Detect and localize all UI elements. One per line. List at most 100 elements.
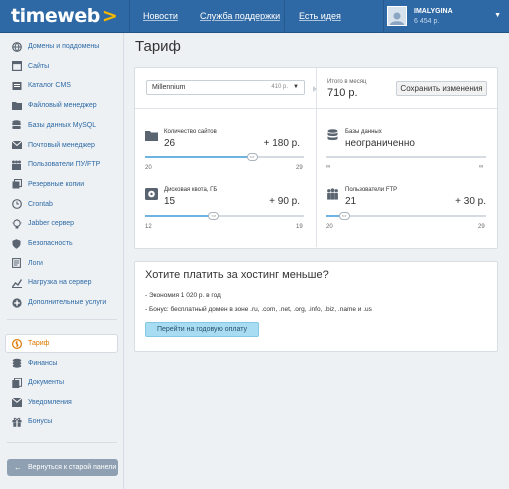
sidebar-item-label: Jabber сервер bbox=[28, 220, 75, 228]
sidebar-item-label: Резервные копии bbox=[28, 180, 85, 188]
sidebar-item-label: Пользователи ПУ/FTP bbox=[28, 161, 101, 169]
sidebar-divider bbox=[7, 442, 117, 443]
sites-icon bbox=[11, 61, 22, 72]
database-icon bbox=[11, 120, 22, 131]
sidebar-item[interactable]: Финансы bbox=[0, 354, 124, 373]
sidebar-item[interactable]: Резервные копии bbox=[0, 175, 124, 194]
slider-knob[interactable]: <> bbox=[246, 153, 258, 161]
sidebar-item[interactable]: Сайты bbox=[0, 57, 124, 76]
slider-min: 20 bbox=[145, 165, 152, 171]
sidebar-item[interactable]: Пользователи ПУ/FTP bbox=[0, 155, 124, 174]
sidebar-item-label: Уведомления bbox=[28, 398, 72, 406]
bulb-icon bbox=[11, 218, 22, 229]
resource-value: 21 bbox=[345, 196, 357, 207]
tariff-name: Millennium bbox=[152, 84, 186, 91]
sidebar-item[interactable]: Дополнительные услуги bbox=[0, 293, 124, 312]
sidebar-item[interactable]: Домены и поддомены bbox=[0, 37, 124, 56]
sidebar-item-label: Сайты bbox=[28, 62, 50, 70]
folder-icon bbox=[11, 100, 22, 111]
card-divider bbox=[316, 109, 317, 247]
avatar bbox=[387, 6, 407, 26]
tariff-select[interactable]: Millennium 410 р. ▼ bbox=[146, 80, 305, 95]
chart-icon bbox=[11, 277, 22, 288]
sidebar-item-label: Нагрузка на сервер bbox=[28, 279, 92, 287]
sidebar-item[interactable]: Бонусы bbox=[0, 412, 124, 431]
sidebar-item-label: Домены и поддомены bbox=[28, 43, 100, 50]
sidebar-item[interactable]: Уведомления bbox=[0, 393, 124, 412]
slider-knob[interactable]: <> bbox=[338, 212, 350, 220]
monthly-total-label: Итого в месяц bbox=[327, 79, 367, 85]
save-changes-button[interactable]: Сохранить изменения bbox=[396, 81, 487, 96]
slider-fill bbox=[145, 156, 252, 158]
slider-knob[interactable]: <> bbox=[208, 212, 220, 220]
logo[interactable]: timeweb > bbox=[11, 5, 118, 27]
backup-icon bbox=[11, 179, 22, 190]
sites-slider[interactable]: <> bbox=[145, 153, 304, 161]
resource-value: 15 bbox=[164, 196, 176, 207]
sidebar-item-label: Файловый менеджер bbox=[28, 102, 97, 110]
resource-label: Количество сайтов bbox=[164, 129, 217, 135]
user-balance: 6 454 р. bbox=[414, 18, 440, 25]
sidebar-item[interactable]: Логи bbox=[0, 254, 124, 273]
clock-icon bbox=[11, 199, 22, 210]
ftp-users-slider[interactable]: <> bbox=[326, 212, 486, 220]
sidebar-item-label: Безопасность bbox=[28, 240, 73, 247]
sidebar-item[interactable]: Документы bbox=[0, 373, 124, 392]
resource-value: 26 bbox=[164, 138, 176, 149]
ftp-users-icon bbox=[326, 188, 339, 200]
tariff-price: 410 р. bbox=[271, 84, 288, 90]
finance-icon bbox=[11, 358, 22, 369]
sidebar-item[interactable]: Нагрузка на сервер bbox=[0, 273, 124, 292]
plus-icon bbox=[11, 297, 22, 308]
sidebar-item[interactable]: Jabber сервер bbox=[0, 214, 124, 233]
catalog-icon bbox=[11, 80, 22, 91]
globe-icon bbox=[11, 41, 22, 52]
back-button-label: Вернуться к старой панели bbox=[28, 464, 117, 471]
disk-slider[interactable]: <> bbox=[145, 212, 304, 220]
gift-icon bbox=[11, 416, 22, 427]
offer-title: Хотите платить за хостинг меньше? bbox=[145, 269, 329, 281]
slider-max: 29 bbox=[478, 224, 485, 230]
slider-min: 12 bbox=[145, 224, 152, 230]
annual-payment-button[interactable]: Перейти на годовую оплату bbox=[145, 322, 259, 337]
back-to-old-panel-button[interactable]: ← Вернуться к старой панели bbox=[7, 459, 118, 476]
top-bar: timeweb > Новости Служба поддержки Есть и… bbox=[0, 0, 509, 33]
sidebar-item-label: Тариф bbox=[28, 340, 50, 347]
sidebar-item-label: Дополнительные услуги bbox=[28, 299, 107, 307]
resource-addon-price: + 90 р. bbox=[269, 196, 300, 207]
nav-divider bbox=[129, 0, 130, 33]
nav-link-support[interactable]: Служба поддержки bbox=[200, 11, 280, 21]
page-title: Тариф bbox=[135, 38, 181, 55]
sidebar-item-label: Каталог CMS bbox=[28, 82, 71, 90]
sidebar-item[interactable]: Тариф bbox=[5, 334, 118, 353]
arrow-left-icon: ← bbox=[14, 463, 22, 472]
chevron-down-icon[interactable]: ▼ bbox=[494, 12, 501, 19]
resource-addon-price: + 30 р. bbox=[455, 196, 486, 207]
nav-link-idea[interactable]: Есть идея bbox=[299, 11, 341, 21]
folder-icon bbox=[145, 129, 158, 141]
resource-label: Дисковая квота, ГБ bbox=[164, 187, 218, 193]
slider-max: ∞ bbox=[479, 164, 484, 170]
offer-line: - Экономия 1 020 р. в год bbox=[145, 292, 221, 299]
user-silhouette-icon bbox=[390, 12, 404, 25]
documents-icon bbox=[11, 377, 22, 388]
sidebar-item-label: Crontab bbox=[28, 200, 53, 208]
user-menu[interactable]: IMALYGINA 6 454 р. ▼ bbox=[384, 0, 509, 33]
sidebar-item[interactable]: Файловый менеджер bbox=[0, 96, 124, 115]
nav-divider bbox=[284, 0, 285, 33]
sidebar-item[interactable]: Почтовый менеджер bbox=[0, 136, 124, 155]
sidebar-item-label: Почтовый менеджер bbox=[28, 141, 95, 149]
sidebar-item[interactable]: Crontab bbox=[0, 195, 124, 214]
slider-min: 20 bbox=[326, 224, 333, 230]
users-icon bbox=[11, 159, 22, 170]
sidebar-item[interactable]: Безопасность bbox=[0, 234, 124, 253]
databases-slider[interactable] bbox=[326, 156, 486, 158]
nav-link-news[interactable]: Новости bbox=[143, 11, 178, 21]
sidebar-item[interactable]: Базы данных MySQL bbox=[0, 116, 124, 135]
sidebar-item-label: Финансы bbox=[28, 359, 58, 367]
sidebar-item-label: Логи bbox=[28, 259, 43, 267]
slider-fill bbox=[145, 215, 214, 217]
resource-label: Базы данных bbox=[345, 129, 382, 135]
mail-icon bbox=[11, 140, 22, 151]
sidebar-item[interactable]: Каталог CMS bbox=[0, 76, 124, 95]
